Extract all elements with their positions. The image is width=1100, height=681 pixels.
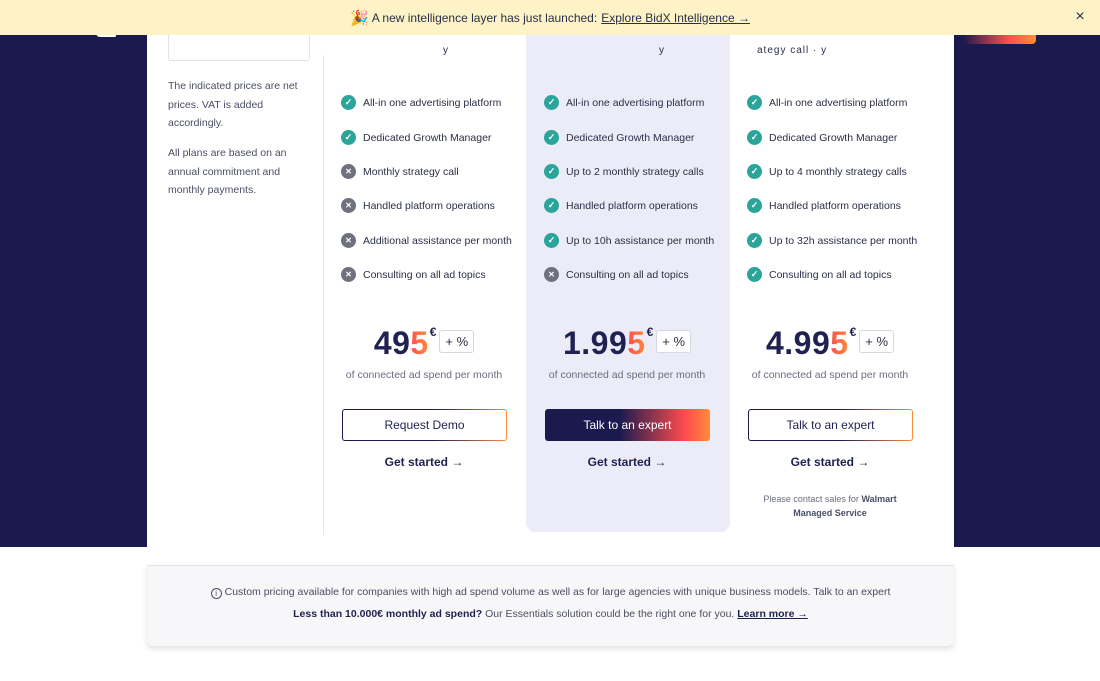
column-divider <box>323 55 324 535</box>
billing-toggle-fragment[interactable] <box>168 35 310 61</box>
feature-label: Consulting on all ad topics <box>769 268 892 281</box>
cross-icon: ✕ <box>341 198 356 213</box>
price: 1.995 € + % <box>544 325 710 361</box>
feature-label: Dedicated Growth Manager <box>769 131 898 144</box>
check-icon: ✓ <box>544 198 559 213</box>
party-icon: 🎉 <box>350 9 369 27</box>
talk-to-expert-button[interactable]: Talk to an expert <box>748 409 913 441</box>
feature-label: Additional assistance per month <box>363 234 512 247</box>
price-amount: 495 <box>373 325 429 361</box>
check-icon: ✓ <box>544 95 559 110</box>
currency-symbol: € <box>849 325 857 339</box>
feature-label: Up to 2 monthly strategy calls <box>566 165 704 178</box>
feature-label: Dedicated Growth Manager <box>363 131 492 144</box>
banner-text: A new intelligence layer has just launch… <box>371 10 598 25</box>
feature-item: ✓ Dedicated Growth Manager <box>341 130 491 145</box>
feature-label: Monthly strategy call <box>363 165 459 178</box>
feature-label: Consulting on all ad topics <box>566 268 689 281</box>
currency-symbol: € <box>429 325 437 339</box>
announcement-banner: 🎉 A new intelligence layer has just laun… <box>0 0 1100 35</box>
request-demo-button[interactable]: Request Demo <box>342 409 507 441</box>
feature-label: Consulting on all ad topics <box>363 268 486 281</box>
get-started-link[interactable]: Get started → <box>747 455 913 469</box>
check-icon: ✓ <box>544 130 559 145</box>
cross-icon: ✕ <box>341 233 356 248</box>
contact-sales-note: Please contact sales for Walmart Managed… <box>763 494 897 518</box>
feature-item: ✓ Up to 2 monthly strategy calls <box>544 164 704 179</box>
feature-label: Up to 10h assistance per month <box>566 234 715 247</box>
check-icon: ✓ <box>747 164 762 179</box>
get-started-link[interactable]: Get started → <box>341 455 507 469</box>
feature-item: ✕ Consulting on all ad topics <box>544 267 689 282</box>
custom-pricing-text: i Custom pricing available for companies … <box>147 586 954 599</box>
plan-column: ✓ All-in one advertising platform ✓ Dedica… <box>747 35 952 547</box>
custom-pricing-box: i Custom pricing available for companies … <box>147 565 954 646</box>
cross-icon: ✕ <box>341 267 356 282</box>
percent-badge: + % <box>859 330 895 353</box>
feature-label: Up to 32h assistance per month <box>769 234 918 247</box>
feature-item: ✕ Handled platform operations <box>341 198 495 213</box>
feature-label: Up to 4 monthly strategy calls <box>769 165 907 178</box>
currency-symbol: € <box>646 325 654 339</box>
feature-label: All-in one advertising platform <box>769 96 908 109</box>
check-icon: ✓ <box>747 267 762 282</box>
feature-item: ✓ Dedicated Growth Manager <box>747 130 897 145</box>
price: 495 € + % <box>341 325 507 361</box>
talk-to-expert-button[interactable]: Talk to an expert <box>545 409 710 441</box>
learn-more-link[interactable]: Learn more → <box>737 608 808 620</box>
feature-item: ✓ All-in one advertising platform <box>544 95 704 110</box>
vat-note: The indicated prices are net prices. VAT… <box>168 80 298 129</box>
feature-item: ✓ All-in one advertising platform <box>341 95 501 110</box>
feature-item: ✓ Up to 32h assistance per month <box>747 233 917 248</box>
price-caption: of connected ad spend per month <box>548 369 706 381</box>
feature-item: ✓ All-in one advertising platform <box>747 95 907 110</box>
cross-icon: ✕ <box>341 164 356 179</box>
feature-label: Handled platform operations <box>566 199 698 212</box>
info-icon: i <box>210 588 222 599</box>
feature-item: ✓ Up to 4 monthly strategy calls <box>747 164 907 179</box>
percent-badge: + % <box>439 330 475 353</box>
feature-item: ✓ Handled platform operations <box>544 198 698 213</box>
feature-item: ✕ Consulting on all ad topics <box>341 267 486 282</box>
feature-label: Dedicated Growth Manager <box>566 131 695 144</box>
feature-item: ✕ Additional assistance per month <box>341 233 512 248</box>
price-caption: of connected ad spend per month <box>345 369 503 381</box>
feature-item: ✓ Handled platform operations <box>747 198 901 213</box>
plan-column: ✓ All-in one advertising platform ✓ Dedica… <box>544 35 749 547</box>
feature-label: Handled platform operations <box>769 199 901 212</box>
feature-label: Handled platform operations <box>363 199 495 212</box>
price-amount: 1.995 <box>562 325 646 361</box>
feature-item: ✓ Consulting on all ad topics <box>747 267 892 282</box>
check-icon: ✓ <box>341 95 356 110</box>
check-icon: ✓ <box>747 198 762 213</box>
plan-column: ✓ All-in one advertising platform ✓ Dedica… <box>341 35 546 547</box>
price: 4.995 € + % <box>747 325 913 361</box>
feature-item: ✓ Up to 10h assistance per month <box>544 233 714 248</box>
close-icon[interactable]: × <box>1070 7 1090 27</box>
pricing-card: The indicated prices are net prices. VAT… <box>147 35 954 547</box>
check-icon: ✓ <box>544 233 559 248</box>
get-started-link[interactable]: Get started → <box>544 455 710 469</box>
essentials-text: Less than 10.000€ monthly ad spend? Our … <box>293 608 808 620</box>
banner-link[interactable]: Explore BidX Intelligence → <box>601 11 750 25</box>
commitment-note: All plans are based on an annual commitm… <box>168 147 287 196</box>
percent-badge: + % <box>656 330 692 353</box>
price-amount: 4.995 <box>765 325 849 361</box>
feature-label: All-in one advertising platform <box>566 96 705 109</box>
feature-item: ✓ Dedicated Growth Manager <box>544 130 694 145</box>
feature-label: All-in one advertising platform <box>363 96 502 109</box>
check-icon: ✓ <box>544 164 559 179</box>
check-icon: ✓ <box>341 130 356 145</box>
check-icon: ✓ <box>747 233 762 248</box>
check-icon: ✓ <box>747 95 762 110</box>
check-icon: ✓ <box>747 130 762 145</box>
feature-item: ✕ Monthly strategy call <box>341 164 459 179</box>
price-caption: of connected ad spend per month <box>751 369 909 381</box>
cross-icon: ✕ <box>544 267 559 282</box>
